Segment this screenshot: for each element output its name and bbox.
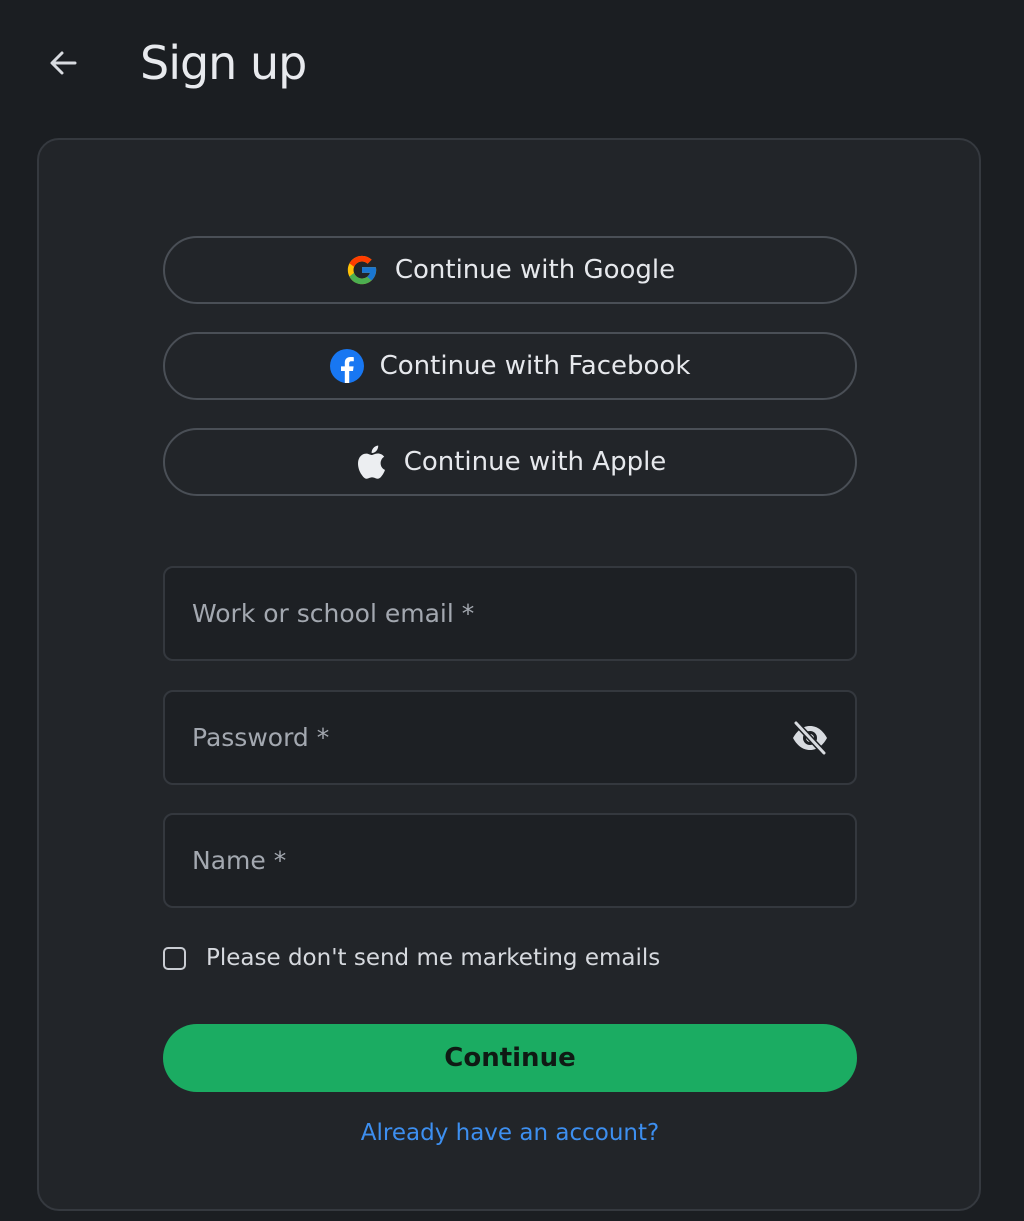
marketing-opt-out-checkbox[interactable] (163, 946, 186, 970)
apple-icon (354, 445, 388, 479)
continue-button-label: Continue (444, 1043, 576, 1073)
eye-off-icon (793, 721, 827, 755)
marketing-opt-out-label[interactable]: Please don't send me marketing emails (206, 945, 660, 971)
back-button[interactable] (40, 40, 86, 86)
toggle-password-visibility-button[interactable] (791, 720, 829, 756)
already-have-account-link[interactable]: Already have an account? (163, 1120, 857, 1146)
facebook-button-label: Continue with Facebook (379, 351, 691, 381)
google-icon (345, 253, 379, 287)
email-field[interactable]: Work or school email * (163, 566, 857, 661)
continue-with-facebook-button[interactable]: Continue with Facebook (163, 332, 857, 400)
continue-with-google-button[interactable]: Continue with Google (163, 236, 857, 304)
marketing-opt-out-row: Please don't send me marketing emails (163, 940, 660, 976)
page-header: Sign up (0, 0, 1024, 130)
continue-with-apple-button[interactable]: Continue with Apple (163, 428, 857, 496)
signup-card: Continue with Google Continue with Faceb… (37, 138, 981, 1211)
facebook-icon (329, 349, 364, 383)
email-placeholder: Work or school email * (192, 599, 475, 628)
arrow-left-icon (50, 51, 77, 75)
password-field[interactable]: Password * (163, 690, 857, 785)
password-placeholder: Password * (192, 723, 330, 752)
page-title: Sign up (140, 36, 307, 90)
google-button-label: Continue with Google (394, 255, 676, 285)
name-field[interactable]: Name * (163, 813, 857, 908)
name-placeholder: Name * (192, 846, 287, 875)
apple-button-label: Continue with Apple (403, 447, 667, 477)
continue-button[interactable]: Continue (163, 1024, 857, 1092)
